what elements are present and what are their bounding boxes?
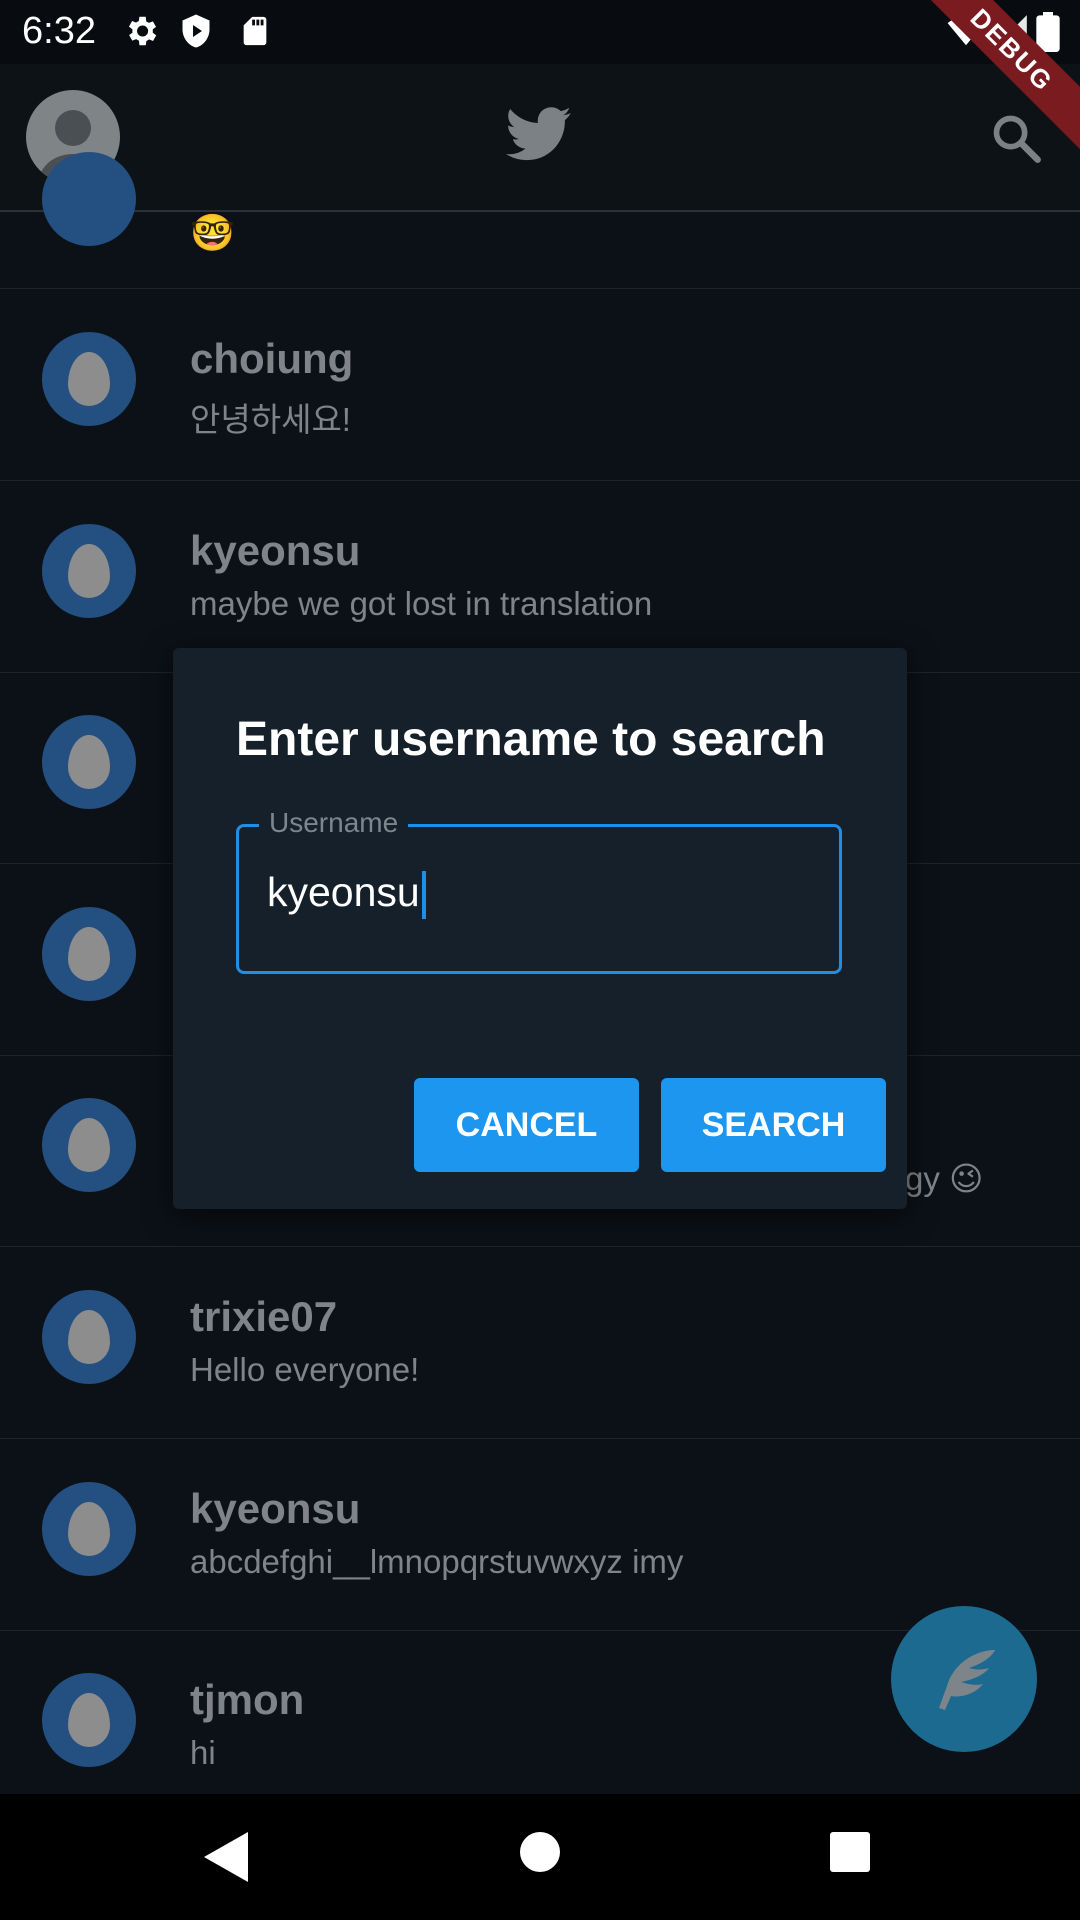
tweet-username: tjmon: [190, 1676, 305, 1723]
tweet-text: 안녕하세요!: [190, 401, 351, 438]
egg-icon: [68, 735, 110, 789]
tweet-username: kyeonsu: [190, 1485, 361, 1532]
username-input-value: kyeonsu: [267, 869, 420, 915]
settings-icon: [128, 16, 157, 46]
search-button[interactable]: SEARCH: [661, 1078, 886, 1172]
screen: 6:32 DEBUG 🤓 choiung 안녕하세요! kyeonsu mayb…: [0, 0, 1080, 1920]
navigation-bar: [0, 1794, 1080, 1920]
egg-icon: [68, 1693, 110, 1747]
tweet-emoji: 🤓: [190, 212, 235, 253]
egg-icon: [68, 544, 110, 598]
egg-icon: [68, 927, 110, 981]
home-icon[interactable]: [520, 1832, 560, 1872]
recents-icon[interactable]: [830, 1832, 870, 1872]
egg-icon: [68, 1118, 110, 1172]
username-input[interactable]: kyeonsu: [267, 869, 426, 920]
app-bar: [0, 64, 1080, 212]
tweet-text: gy 😉: [905, 1160, 984, 1197]
egg-icon: [68, 352, 110, 406]
tweet-text: abcdefghi__lmnopqrstuvwxyz imy: [190, 1543, 684, 1580]
tweet-text: Hello everyone!: [190, 1351, 420, 1388]
avatar: [42, 1482, 136, 1576]
avatar: [42, 152, 136, 246]
avatar: [42, 1673, 136, 1767]
avatar: [42, 1098, 136, 1192]
egg-icon: [68, 1310, 110, 1364]
search-dialog: Enter username to search Username kyeons…: [173, 648, 907, 1209]
avatar: [42, 524, 136, 618]
username-field[interactable]: Username kyeonsu: [236, 807, 842, 974]
cancel-button[interactable]: CANCEL: [414, 1078, 639, 1172]
list-item-partial[interactable]: 🤓: [0, 152, 1080, 289]
tweet-text: hi: [190, 1734, 216, 1771]
egg-icon: [68, 1502, 110, 1556]
tweet-username: trixie07: [190, 1293, 338, 1340]
back-icon[interactable]: [204, 1832, 248, 1882]
list-item[interactable]: trixie07 Hello everyone!: [0, 1247, 1080, 1439]
status-bar: 6:32: [0, 0, 1080, 64]
tweet-text: maybe we got lost in translation: [190, 585, 653, 622]
dialog-title: Enter username to search: [236, 713, 826, 766]
username-field-label: Username: [259, 807, 409, 839]
avatar: [42, 1290, 136, 1384]
feather-icon: [939, 1650, 995, 1710]
status-time: 6:32: [22, 10, 96, 52]
text-caret: [421, 871, 426, 920]
twitter-bird-icon: [506, 107, 571, 161]
avatar: [42, 907, 136, 1001]
tweet-username: kyeonsu: [190, 527, 361, 574]
avatar: [42, 332, 136, 426]
shield-play-icon: [182, 14, 210, 48]
avatar: [42, 715, 136, 809]
tweet-username: choiung: [190, 335, 354, 382]
sd-card-icon: [243, 16, 267, 46]
search-icon[interactable]: [990, 112, 1042, 164]
compose-fab[interactable]: [891, 1606, 1037, 1752]
list-item[interactable]: kyeonsu abcdefghi__lmnopqrstuvwxyz imy: [0, 1439, 1080, 1631]
list-item[interactable]: choiung 안녕하세요!: [0, 289, 1080, 481]
list-item[interactable]: kyeonsu maybe we got lost in translation: [0, 481, 1080, 673]
